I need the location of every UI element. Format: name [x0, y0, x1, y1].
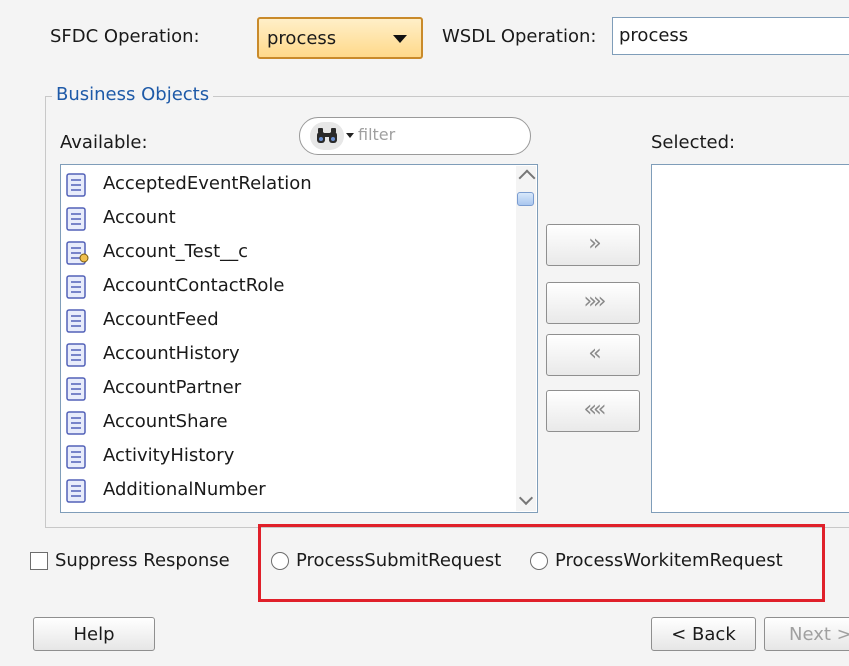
list-item[interactable]: AccountHistory	[63, 341, 503, 369]
filter-input[interactable]: filter	[299, 117, 531, 155]
list-item[interactable]: ActivityHistory	[63, 443, 503, 471]
scroll-up-icon[interactable]	[518, 169, 536, 187]
suppress-response-label: Suppress Response	[55, 550, 230, 571]
list-item[interactable]: AccountPartner	[63, 375, 503, 403]
custom-object-icon	[65, 241, 89, 270]
add-all-button[interactable]: »»	[546, 282, 640, 324]
object-icon	[65, 207, 89, 236]
sfdc-operation-select[interactable]: process	[257, 17, 423, 59]
available-list[interactable]: AcceptedEventRelation Account Account_Test…	[60, 164, 538, 513]
list-item[interactable]: Account_Test__c	[63, 239, 503, 267]
selected-label: Selected:	[651, 132, 736, 153]
add-all-icon: »»	[583, 289, 607, 314]
scroll-down-icon[interactable]	[518, 490, 534, 506]
list-item-label: Account	[103, 207, 176, 228]
suppress-response-checkbox[interactable]	[30, 552, 48, 570]
wsdl-operation-field[interactable]: process	[612, 17, 849, 55]
object-icon	[65, 275, 89, 304]
remove-all-icon: ««	[583, 397, 607, 422]
object-icon	[65, 173, 89, 202]
list-item[interactable]: Account	[63, 205, 503, 233]
list-item-label: AccountFeed	[103, 309, 219, 330]
list-item-label: Account_Test__c	[103, 241, 249, 262]
list-item[interactable]: AccountShare	[63, 409, 503, 437]
object-icon	[65, 309, 89, 338]
object-icon	[65, 411, 89, 440]
list-item[interactable]: AccountFeed	[63, 307, 503, 335]
list-item-label: ActivityHistory	[103, 445, 235, 466]
help-button-label: Help	[73, 624, 115, 645]
add-icon: »	[588, 231, 601, 256]
sfdc-operation-label: SFDC Operation:	[50, 26, 200, 47]
available-label: Available:	[60, 132, 148, 153]
dialog-panel: SFDC Operation: process WSDL Operation: …	[0, 0, 849, 666]
list-item[interactable]: AdditionalNumber	[63, 477, 503, 505]
object-icon	[65, 343, 89, 372]
remove-button[interactable]: «	[546, 334, 640, 376]
list-item[interactable]: AcceptedEventRelation	[63, 171, 503, 199]
next-button[interactable]: Next >	[764, 617, 849, 651]
list-item-label: AccountPartner	[103, 377, 242, 398]
object-icon	[65, 479, 89, 508]
wsdl-operation-label: WSDL Operation:	[442, 26, 597, 47]
list-item[interactable]: AccountContactRole	[63, 273, 503, 301]
scroll-thumb[interactable]	[517, 192, 534, 206]
list-scrollbar[interactable]	[516, 166, 536, 511]
business-objects-title: Business Objects	[52, 84, 214, 105]
list-item-label: AccountShare	[103, 411, 228, 432]
remove-icon: «	[588, 341, 601, 366]
back-button[interactable]: < Back	[651, 617, 756, 651]
list-item-label: AcceptedEventRelation	[103, 173, 312, 194]
chevron-down-icon	[393, 35, 407, 43]
remove-all-button[interactable]: ««	[546, 390, 640, 432]
selected-list[interactable]	[651, 164, 849, 513]
annotation-highlight-box	[258, 524, 825, 602]
list-item-label: AccountHistory	[103, 343, 240, 364]
list-item-label: AdditionalNumber	[103, 479, 266, 500]
next-button-label: Next >	[789, 624, 849, 645]
object-icon	[65, 445, 89, 474]
binoculars-icon[interactable]	[310, 122, 344, 150]
help-button[interactable]: Help	[33, 617, 155, 651]
filter-placeholder: filter	[358, 125, 396, 144]
back-button-label: < Back	[671, 624, 736, 645]
wsdl-operation-value: process	[619, 25, 689, 46]
object-icon	[65, 377, 89, 406]
add-button[interactable]: »	[546, 224, 640, 266]
filter-dropdown-icon[interactable]	[346, 133, 354, 138]
list-item-label: AccountContactRole	[103, 275, 285, 296]
sfdc-operation-value: process	[267, 28, 337, 49]
